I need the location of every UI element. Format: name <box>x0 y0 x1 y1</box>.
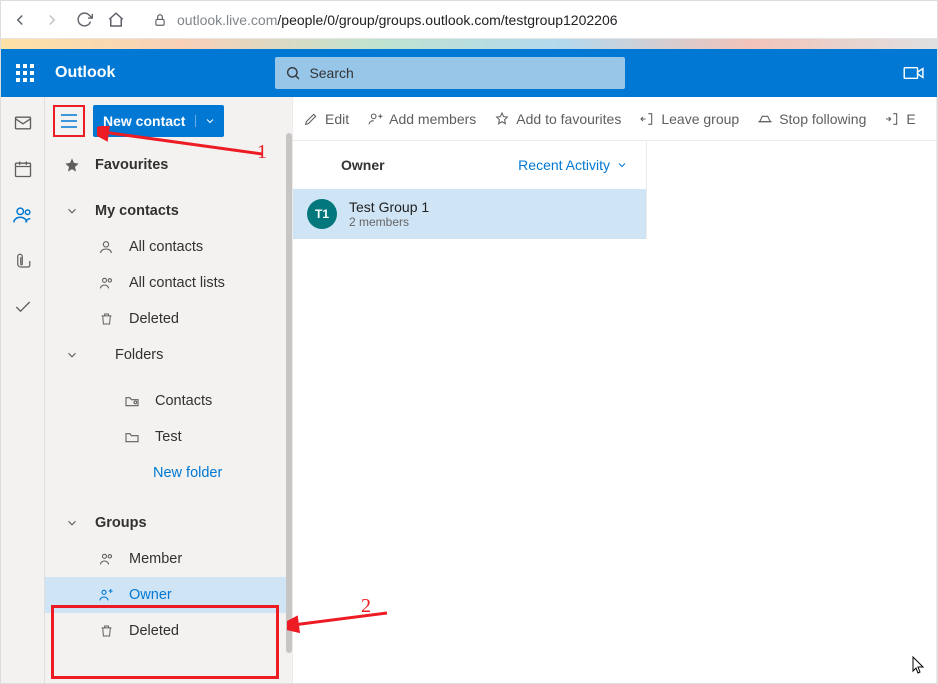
address-bar[interactable]: outlook.live.com/people/0/group/groups.o… <box>139 7 927 33</box>
folder-sidebar: New contact Favourites My contacts All c… <box>45 97 293 683</box>
sidebar-favourites[interactable]: Favourites <box>45 147 292 183</box>
new-contact-button[interactable]: New contact <box>93 105 224 137</box>
sidebar-new-folder[interactable]: New folder <box>45 455 292 491</box>
sidebar-folder-test[interactable]: Test <box>45 419 292 455</box>
sidebar-item-label: Favourites <box>95 157 168 173</box>
rail-todo-icon[interactable] <box>11 295 35 319</box>
sidebar-groups-owner[interactable]: Owner <box>45 577 292 613</box>
cmd-label: Edit <box>325 111 349 127</box>
chevron-down-icon <box>63 516 81 530</box>
rail-files-icon[interactable] <box>11 249 35 273</box>
tab-strip-placeholder <box>1 39 937 49</box>
scrollbar-thumb[interactable] <box>286 133 292 653</box>
new-contact-label: New contact <box>93 113 195 129</box>
lock-icon <box>151 11 169 29</box>
sidebar-groups-deleted[interactable]: Deleted <box>45 613 292 649</box>
rail-people-icon[interactable] <box>11 203 35 227</box>
sidebar-item-label: My contacts <box>95 203 179 219</box>
sort-label: Recent Activity <box>518 157 610 173</box>
people-icon <box>97 551 115 567</box>
cmd-add-favourite[interactable]: Add to favourites <box>494 111 621 127</box>
annotation-number-2: 2 <box>361 595 371 618</box>
list-header: Owner Recent Activity <box>293 141 646 189</box>
app-title[interactable]: Outlook <box>49 64 115 82</box>
star-icon <box>63 157 81 173</box>
browser-toolbar: outlook.live.com/people/0/group/groups.o… <box>1 1 937 39</box>
command-bar: Edit Add members Add to favourites Leave… <box>293 97 936 141</box>
cmd-edit[interactable]: Edit <box>303 111 349 127</box>
sidebar-all-contacts[interactable]: All contacts <box>45 229 292 265</box>
chevron-down-icon <box>63 348 81 362</box>
sidebar-item-label: Deleted <box>129 623 179 639</box>
search-placeholder: Search <box>309 65 353 81</box>
sidebar-all-contact-lists[interactable]: All contact lists <box>45 265 292 301</box>
cmd-label: Stop following <box>779 111 866 127</box>
chevron-down-icon <box>616 159 628 171</box>
person-icon <box>97 239 115 255</box>
sidebar-item-label: All contact lists <box>129 275 225 291</box>
contact-folder-icon <box>123 394 141 408</box>
cmd-label: Add to favourites <box>516 111 621 127</box>
back-icon[interactable] <box>11 11 29 29</box>
sidebar-item-label: All contacts <box>129 239 203 255</box>
sidebar-item-label: Test <box>155 429 182 445</box>
url-text: outlook.live.com/people/0/group/groups.o… <box>177 12 618 28</box>
cmd-leave-group[interactable]: Leave group <box>639 111 739 127</box>
list-column: Edit Add members Add to favourites Leave… <box>293 97 937 683</box>
sidebar-item-label: Member <box>129 551 182 567</box>
rail-calendar-icon[interactable] <box>11 157 35 181</box>
folder-icon <box>123 430 141 444</box>
cursor-icon <box>911 655 927 675</box>
hamburger-button[interactable] <box>53 105 85 137</box>
sidebar-groups[interactable]: Groups <box>45 505 292 541</box>
new-contact-chevron[interactable] <box>195 115 224 127</box>
annotation-number-1: 1 <box>257 141 267 164</box>
search-input[interactable]: Search <box>275 57 625 89</box>
meet-now-icon[interactable] <box>903 65 925 81</box>
list-header-title: Owner <box>341 157 385 173</box>
sidebar-deleted[interactable]: Deleted <box>45 301 292 337</box>
home-icon[interactable] <box>107 11 125 29</box>
people-icon <box>97 275 115 291</box>
sidebar-folders[interactable]: Folders <box>45 337 292 373</box>
waffle-icon <box>16 64 34 82</box>
owner-icon <box>97 587 115 603</box>
trash-icon <box>97 311 115 327</box>
sidebar-item-label: Folders <box>115 347 163 363</box>
sidebar-item-label: New folder <box>153 465 222 481</box>
rail-mail-icon[interactable] <box>11 111 35 135</box>
cmd-add-members[interactable]: Add members <box>367 111 476 127</box>
menu-icon <box>60 114 78 128</box>
sidebar-item-label: Groups <box>95 515 147 531</box>
group-subtitle: 2 members <box>349 215 429 229</box>
app-launcher-button[interactable] <box>1 49 49 97</box>
search-icon <box>285 65 301 81</box>
chevron-down-icon <box>204 115 216 127</box>
app-header: Outlook Search <box>1 49 937 97</box>
left-rail <box>1 97 45 683</box>
sort-dropdown[interactable]: Recent Activity <box>518 157 628 173</box>
reading-pane <box>647 141 936 239</box>
sidebar-groups-member[interactable]: Member <box>45 541 292 577</box>
cmd-email-group[interactable]: E <box>884 111 915 127</box>
forward-icon[interactable] <box>43 11 61 29</box>
chevron-down-icon <box>63 204 81 218</box>
group-list-item[interactable]: T1 Test Group 1 2 members <box>293 189 646 239</box>
sidebar-item-label: Deleted <box>129 311 179 327</box>
cmd-label: E <box>906 111 915 127</box>
cmd-label: Leave group <box>661 111 739 127</box>
cmd-label: Add members <box>389 111 476 127</box>
sidebar-my-contacts[interactable]: My contacts <box>45 193 292 229</box>
avatar: T1 <box>307 199 337 229</box>
sidebar-folder-contacts[interactable]: Contacts <box>45 383 292 419</box>
sidebar-item-label: Owner <box>129 587 172 603</box>
reload-icon[interactable] <box>75 11 93 29</box>
cmd-stop-following[interactable]: Stop following <box>757 111 866 127</box>
trash-icon <box>97 623 115 639</box>
sidebar-item-label: Contacts <box>155 393 212 409</box>
group-name: Test Group 1 <box>349 199 429 215</box>
